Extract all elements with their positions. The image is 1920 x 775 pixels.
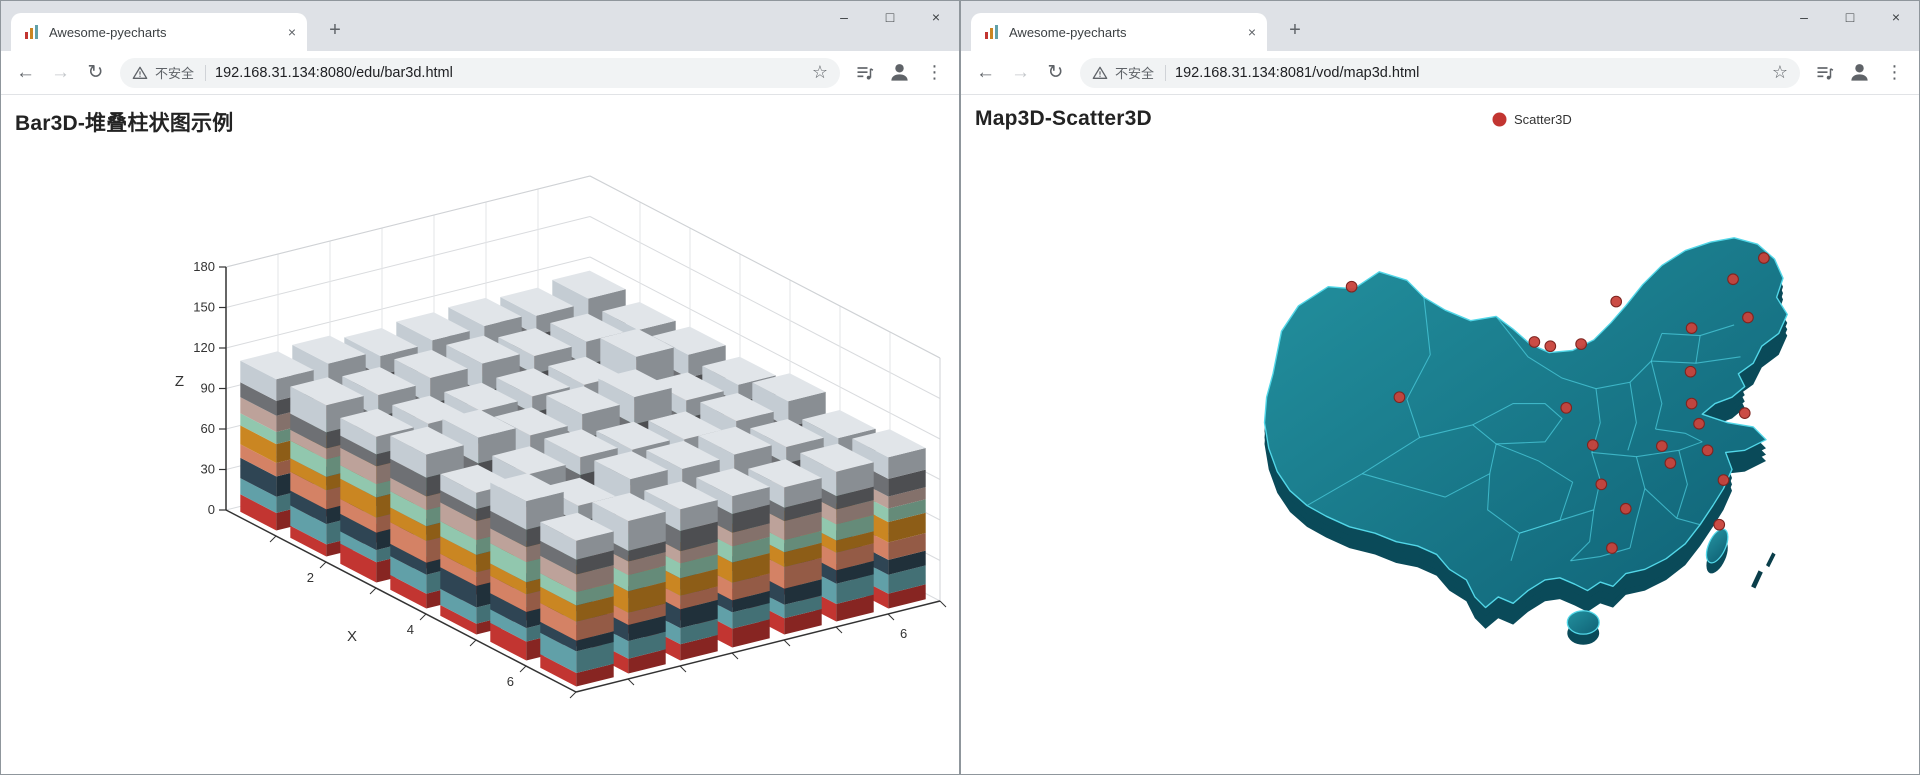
maximize-button[interactable]: □: [867, 1, 913, 33]
security-label: 不安全: [155, 66, 195, 81]
close-button[interactable]: ×: [913, 1, 959, 33]
address-bar[interactable]: 不安全 192.168.31.134:8081/vod/map3d.html ☆: [1080, 57, 1800, 88]
tab-close-icon[interactable]: ×: [283, 23, 301, 41]
svg-text:2: 2: [307, 570, 314, 585]
url-text[interactable]: 192.168.31.134:8080/edu/bar3d.html: [215, 65, 804, 81]
svg-text:4: 4: [407, 622, 414, 637]
forward-button[interactable]: →: [44, 56, 77, 89]
security-label: 不安全: [1115, 66, 1155, 81]
svg-text:90: 90: [201, 381, 215, 396]
tab-title: Awesome-pyecharts: [1009, 24, 1127, 40]
browser-toolbar: ← → ↻ 不安全 192.168.31.134:8081/vod/map3d.…: [961, 51, 1919, 95]
back-button[interactable]: ←: [9, 56, 42, 89]
menu-kebab-icon[interactable]: ⋮: [1878, 56, 1911, 89]
chart-legend[interactable]: Scatter3D: [1492, 112, 1572, 127]
page-content: Bar3D-堆叠柱状图示例 0 30 60 90 120 150 180 Z 2 4 6 X 6: [1, 95, 959, 774]
page-title: Bar3D-堆叠柱状图示例: [15, 112, 234, 135]
browser-window-bar3d: Awesome-pyecharts × + – □ × ← → ↻ 不安全 19…: [0, 0, 960, 775]
tab-strip: Awesome-pyecharts × + – □ ×: [961, 1, 1919, 51]
url-text[interactable]: 192.168.31.134:8081/vod/map3d.html: [1175, 65, 1764, 81]
window-controls: – □ ×: [821, 1, 959, 33]
minimize-button[interactable]: –: [821, 1, 867, 33]
svg-text:120: 120: [193, 340, 215, 355]
tab-strip: Awesome-pyecharts × + – □ ×: [1, 1, 959, 51]
browser-window-map3d: Awesome-pyecharts × + – □ × ← → ↻ 不安全 19…: [960, 0, 1920, 775]
divider: [205, 64, 207, 81]
close-button[interactable]: ×: [1873, 1, 1919, 33]
svg-text:60: 60: [201, 421, 215, 436]
maximize-button[interactable]: □: [1827, 1, 1873, 33]
svg-text:30: 30: [201, 462, 215, 477]
svg-text:Z: Z: [175, 373, 184, 390]
page-content: Map3D-Scatter3D Scatter3D: [961, 95, 1919, 774]
profile-avatar-icon[interactable]: [1843, 56, 1876, 89]
security-warning-icon[interactable]: [1092, 65, 1108, 81]
tab-title: Awesome-pyecharts: [49, 24, 167, 40]
security-warning-icon[interactable]: [132, 65, 148, 81]
reload-button[interactable]: ↻: [1039, 56, 1072, 89]
media-controls-icon[interactable]: [848, 56, 881, 89]
tab-close-icon[interactable]: ×: [1243, 23, 1261, 41]
pyecharts-favicon-icon: [23, 23, 41, 41]
svg-text:150: 150: [193, 300, 215, 315]
media-controls-icon[interactable]: [1808, 56, 1841, 89]
bookmark-star-icon[interactable]: ☆: [812, 62, 828, 83]
svg-text:0: 0: [208, 502, 215, 517]
back-button[interactable]: ←: [969, 56, 1002, 89]
minimize-button[interactable]: –: [1781, 1, 1827, 33]
pyecharts-favicon-icon: [983, 23, 1001, 41]
window-controls: – □ ×: [1781, 1, 1919, 33]
new-tab-button[interactable]: +: [321, 16, 349, 44]
profile-avatar-icon[interactable]: [883, 56, 916, 89]
legend-marker-icon: [1492, 112, 1507, 127]
svg-text:6: 6: [900, 626, 907, 641]
svg-text:180: 180: [193, 259, 215, 274]
legend-label: Scatter3D: [1514, 112, 1572, 127]
menu-kebab-icon[interactable]: ⋮: [918, 56, 951, 89]
page-title: Map3D-Scatter3D: [975, 107, 1152, 130]
new-tab-button[interactable]: +: [1281, 16, 1309, 44]
divider: [1165, 64, 1167, 81]
svg-text:X: X: [347, 628, 357, 645]
svg-text:6: 6: [507, 674, 514, 689]
forward-button[interactable]: →: [1004, 56, 1037, 89]
reload-button[interactable]: ↻: [79, 56, 112, 89]
tab[interactable]: Awesome-pyecharts ×: [11, 13, 307, 51]
address-bar[interactable]: 不安全 192.168.31.134:8080/edu/bar3d.html ☆: [120, 57, 840, 88]
bookmark-star-icon[interactable]: ☆: [1772, 62, 1788, 83]
bar3d-stacked-chart[interactable]: 0 30 60 90 120 150 180 Z 2 4 6 X 6: [1, 95, 959, 774]
tab[interactable]: Awesome-pyecharts ×: [971, 13, 1267, 51]
browser-toolbar: ← → ↻ 不安全 192.168.31.134:8080/edu/bar3d.…: [1, 51, 959, 95]
china-map3d-chart[interactable]: [1171, 195, 1851, 695]
